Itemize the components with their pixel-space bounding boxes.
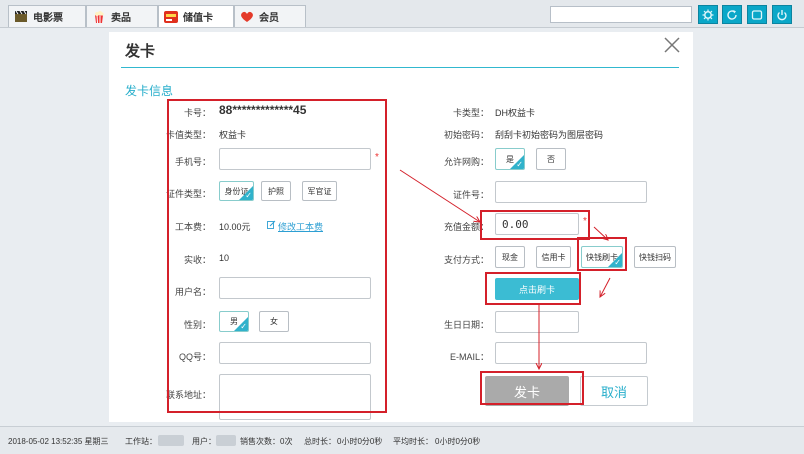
total-duration-label: 总时长： <box>304 437 336 446</box>
allow-online-label: 允许网购： <box>443 157 489 167</box>
tab-concessions[interactable]: 卖品 <box>86 5 158 27</box>
allow-online-yes[interactable]: 是 ✓ <box>495 148 525 170</box>
annotation-box-submit <box>480 371 584 405</box>
card-icon <box>163 9 179 25</box>
pay-method-label: 支付方式： <box>443 255 489 265</box>
heart-icon <box>239 9 255 25</box>
annotation-box-pay-method <box>577 237 627 271</box>
option-label: 现金 <box>502 252 518 262</box>
close-icon[interactable] <box>663 36 681 58</box>
id-no-label: 证件号： <box>452 190 489 200</box>
total-duration-value: 0小时0分0秒 <box>337 437 383 446</box>
window-icon[interactable] <box>747 5 767 24</box>
title-divider <box>121 67 679 68</box>
status-datetime: 2018-05-02 13:52:35 星期三 <box>8 437 109 446</box>
popcorn-icon <box>91 9 107 25</box>
option-label: 快钱扫码 <box>639 252 671 262</box>
refresh-icon[interactable] <box>722 5 742 24</box>
tab-stored-value-card[interactable]: 储值卡 <box>158 5 234 27</box>
avg-duration-label: 平均时长： <box>393 437 433 446</box>
check-icon: ✓ <box>516 160 523 169</box>
top-bar: 电影票 卖品 储值卡 会员 <box>0 0 804 28</box>
email-label: E-MAIL： <box>449 352 489 362</box>
avg-duration-value: 0小时0分0秒 <box>435 437 481 446</box>
tab-members[interactable]: 会员 <box>234 5 306 27</box>
tab-label: 电影票 <box>33 13 63 24</box>
birthday-field[interactable] <box>495 311 579 333</box>
status-bar: 2018-05-02 13:52:35 星期三 工作站： 用户： 销售次数： 0… <box>0 426 804 454</box>
init-pwd-value: 刮刮卡初始密码为图层密码 <box>495 130 604 140</box>
station-label: 工作站： <box>125 437 157 446</box>
annotation-box-swipe <box>485 272 581 305</box>
pay-option-cash[interactable]: 现金 <box>495 246 525 268</box>
annotation-box-recharge <box>480 210 590 240</box>
id-no-field[interactable] <box>495 181 647 203</box>
section-title: 发卡信息 <box>125 84 174 98</box>
station-value-redacted <box>158 435 184 446</box>
card-kind-value: DH权益卡 <box>495 108 535 118</box>
cancel-button[interactable]: 取消 <box>580 376 648 406</box>
option-label: 否 <box>547 154 555 164</box>
option-label: 信用卡 <box>541 252 566 262</box>
user-value-redacted <box>216 435 236 446</box>
init-pwd-label: 初始密码： <box>443 130 489 140</box>
pay-option-quick-scan[interactable]: 快钱扫码 <box>634 246 676 268</box>
main-area: 发卡 发卡信息 卡号： 88*************45 卡值类型： 权益卡 … <box>0 28 804 426</box>
tab-label: 储值卡 <box>183 13 213 24</box>
sales-count-label: 销售次数： <box>240 437 280 446</box>
pay-option-credit-card[interactable]: 信用卡 <box>536 246 571 268</box>
allow-online-no[interactable]: 否 <box>536 148 566 170</box>
tab-movie-tickets[interactable]: 电影票 <box>8 5 86 27</box>
birthday-label: 生日日期： <box>443 320 489 330</box>
tab-label: 卖品 <box>111 13 131 24</box>
user-label: 用户： <box>192 437 216 446</box>
sales-count-value: 0次 <box>280 437 293 446</box>
power-icon[interactable] <box>772 5 792 24</box>
tab-label: 会员 <box>259 13 279 24</box>
settings-icon[interactable] <box>698 5 718 24</box>
card-kind-label: 卡类型： <box>452 108 489 118</box>
email-field[interactable] <box>495 342 647 364</box>
annotation-box-left-form <box>167 99 387 413</box>
dialog-title: 发卡 <box>125 43 156 60</box>
search-input[interactable] <box>550 6 692 23</box>
film-icon <box>13 9 29 25</box>
